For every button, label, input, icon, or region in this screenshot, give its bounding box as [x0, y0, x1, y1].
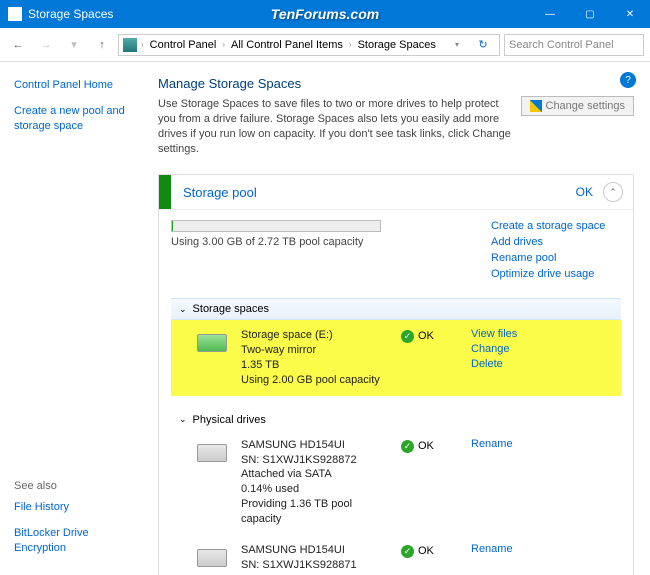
chevron-icon: › [222, 40, 225, 49]
content-area: Control Panel Home Create a new pool and… [0, 62, 650, 575]
change-link[interactable]: Change [471, 343, 613, 355]
storage-space-item: Storage space (E:) Two-way mirror 1.35 T… [171, 320, 621, 395]
main-panel: ? Manage Storage Spaces Use Storage Spac… [150, 62, 650, 575]
physical-drives-section: ⌄ Physical drives SAMSUNG HD154UI SN: S1… [171, 410, 621, 575]
drive-pct: 0.14% used [241, 482, 391, 497]
add-drives-link[interactable]: Add drives [491, 236, 621, 248]
physical-drive-item: SAMSUNG HD154UI SN: S1XWJ1KS928871 Attac… [171, 535, 621, 575]
space-status: OK [418, 330, 434, 342]
collapse-button[interactable]: ⌃ [603, 182, 623, 202]
drive-sn: SN: S1XWJ1KS928872 [241, 453, 391, 468]
recent-dropdown[interactable]: ▾ [62, 33, 86, 57]
space-usage: Using 2.00 GB pool capacity [241, 373, 391, 388]
section-label: Storage spaces [193, 303, 269, 315]
breadcrumb-item[interactable]: Storage Spaces [354, 39, 440, 51]
status-ok-icon: ✓ [401, 330, 414, 343]
breadcrumb-dropdown[interactable]: ▾ [445, 33, 469, 57]
breadcrumb[interactable]: › Control Panel › All Control Panel Item… [118, 34, 500, 56]
help-icon[interactable]: ? [620, 72, 636, 88]
forward-button[interactable]: → [34, 33, 58, 57]
space-type: Two-way mirror [241, 343, 391, 358]
rename-pool-link[interactable]: Rename pool [491, 252, 621, 264]
rename-drive-link[interactable]: Rename [471, 543, 613, 555]
sidebar-create-pool-link[interactable]: Create a new pool and storage space [14, 104, 138, 133]
drive-prov: Providing 1.36 TB pool capacity [241, 497, 391, 527]
watermark-text: TenForums.com [271, 6, 379, 22]
sidebar: Control Panel Home Create a new pool and… [0, 62, 150, 575]
change-settings-button[interactable]: Change settings [521, 96, 635, 116]
breadcrumb-item[interactable]: All Control Panel Items [227, 39, 347, 51]
section-header-spaces[interactable]: ⌄ Storage spaces [171, 298, 621, 320]
change-settings-label: Change settings [546, 100, 626, 112]
page-description: Use Storage Spaces to save files to two … [158, 97, 518, 156]
pool-status: OK [576, 185, 603, 199]
drive-status: OK [418, 440, 434, 452]
storage-pool-card: Storage pool OK ⌃ Using 3.00 GB of 2.72 … [158, 174, 634, 575]
drive-model: SAMSUNG HD154UI [241, 438, 391, 453]
rename-drive-link[interactable]: Rename [471, 438, 613, 450]
chevron-icon: › [349, 40, 352, 49]
section-label: Physical drives [193, 414, 266, 426]
chevron-down-icon: ⌄ [179, 414, 187, 425]
app-icon [8, 7, 22, 21]
drive-sn: SN: S1XWJ1KS928871 [241, 558, 391, 573]
see-also-label: See also [14, 480, 138, 492]
pool-header: Storage pool OK ⌃ [159, 175, 633, 210]
minimize-button[interactable]: — [530, 0, 570, 28]
refresh-button[interactable]: ↻ [471, 33, 495, 57]
status-ok-icon: ✓ [401, 440, 414, 453]
chevron-down-icon: ⌄ [179, 304, 187, 315]
storage-spaces-section: ⌄ Storage spaces Storage space (E:) Two-… [171, 298, 621, 395]
search-placeholder: Search Control Panel [509, 39, 614, 51]
titlebar: Storage Spaces TenForums.com — ▢ ✕ [0, 0, 650, 28]
pool-name: Storage pool [171, 185, 576, 200]
control-panel-icon [123, 38, 137, 52]
up-button[interactable]: ↑ [90, 33, 114, 57]
status-ok-icon: ✓ [401, 545, 414, 558]
pool-status-stripe [159, 175, 171, 209]
sidebar-home-link[interactable]: Control Panel Home [14, 78, 138, 92]
drive-icon [197, 444, 227, 462]
drive-icon [197, 334, 227, 352]
sidebar-bitlocker-link[interactable]: BitLocker Drive Encryption [14, 526, 138, 555]
close-button[interactable]: ✕ [610, 0, 650, 28]
page-heading: Manage Storage Spaces [158, 76, 634, 91]
drive-conn: Attached via SATA [241, 467, 391, 482]
space-size: 1.35 TB [241, 358, 391, 373]
chevron-icon: › [141, 40, 144, 49]
view-files-link[interactable]: View files [471, 328, 613, 340]
shield-icon [530, 100, 542, 112]
delete-link[interactable]: Delete [471, 358, 613, 370]
drive-model: SAMSUNG HD154UI [241, 543, 391, 558]
maximize-button[interactable]: ▢ [570, 0, 610, 28]
drive-status: OK [418, 545, 434, 557]
physical-drive-item: SAMSUNG HD154UI SN: S1XWJ1KS928872 Attac… [171, 430, 621, 535]
optimize-link[interactable]: Optimize drive usage [491, 268, 621, 280]
sidebar-file-history-link[interactable]: File History [14, 500, 138, 514]
drive-icon [197, 549, 227, 567]
pool-usage-bar [171, 220, 381, 232]
search-input[interactable]: Search Control Panel [504, 34, 644, 56]
window-buttons: — ▢ ✕ [530, 0, 650, 28]
section-header-drives[interactable]: ⌄ Physical drives [171, 410, 621, 430]
pool-usage-text: Using 3.00 GB of 2.72 TB pool capacity [171, 236, 491, 248]
nav-toolbar: ← → ▾ ↑ › Control Panel › All Control Pa… [0, 28, 650, 62]
breadcrumb-item[interactable]: Control Panel [146, 39, 221, 51]
back-button[interactable]: ← [6, 33, 30, 57]
space-name: Storage space (E:) [241, 328, 391, 343]
create-space-link[interactable]: Create a storage space [491, 220, 621, 232]
